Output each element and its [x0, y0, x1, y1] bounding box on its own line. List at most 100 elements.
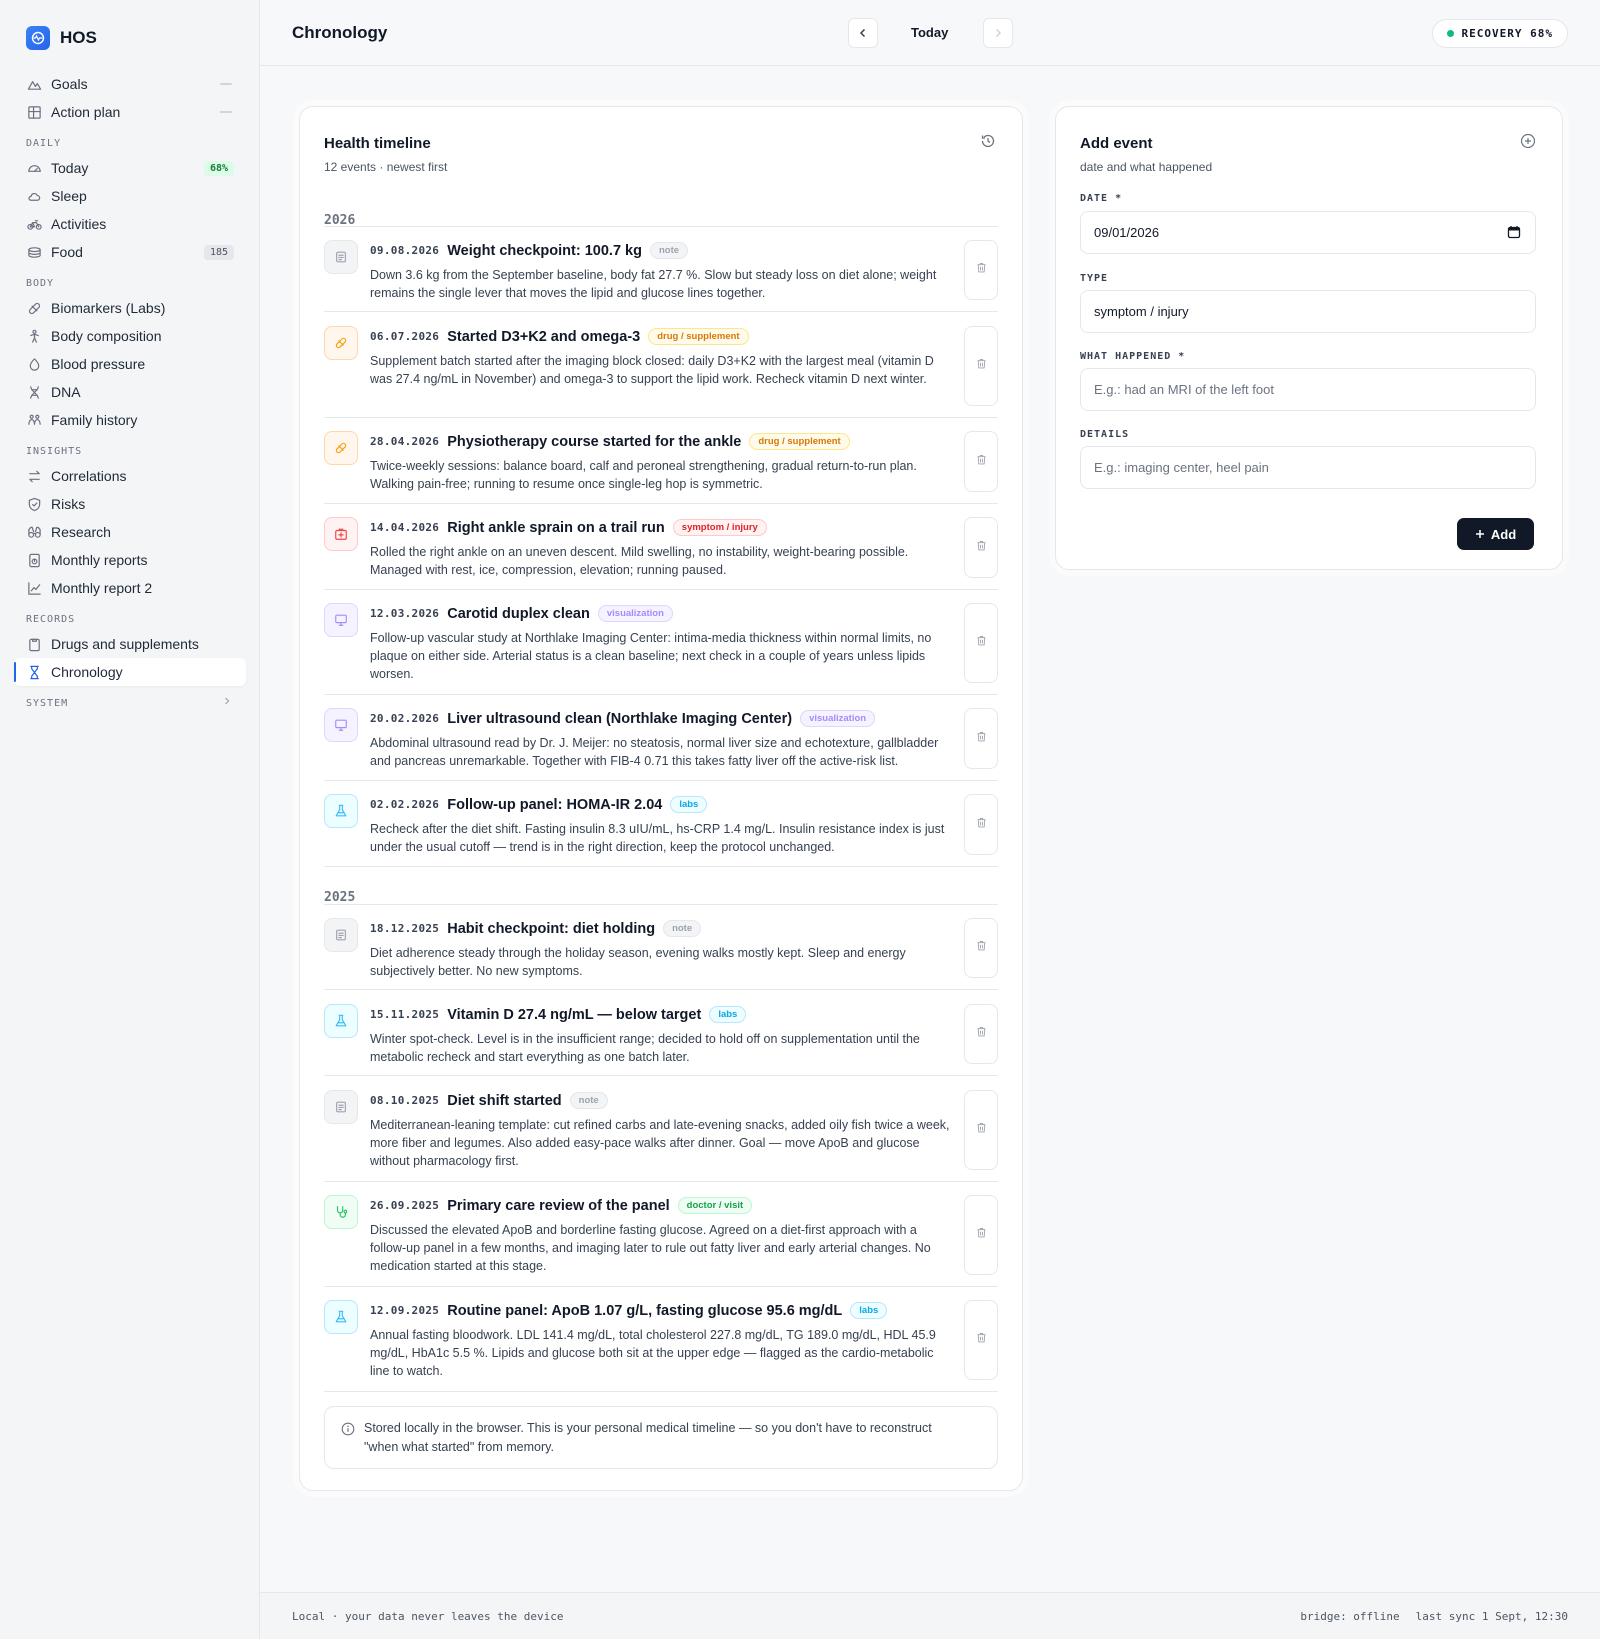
event-description: Twice-weekly sessions: balance board, ca…: [370, 459, 917, 491]
footer: Local · your data never leaves the devic…: [260, 1592, 1600, 1639]
delete-event-button[interactable]: [964, 1090, 998, 1170]
details-label: DETAILS: [1080, 429, 1130, 440]
sidebar-item-chronology[interactable]: Chronology: [14, 658, 246, 686]
event-title: Follow-up panel: HOMA-IR 2.04: [447, 796, 663, 813]
sidebar-item-badge: 185: [203, 244, 234, 260]
delete-event-button[interactable]: [964, 1004, 998, 1064]
plus-circle-icon[interactable]: [1520, 133, 1536, 154]
sidebar-item-dna[interactable]: DNA: [14, 378, 246, 406]
event-date: 18.12.2025: [370, 922, 440, 935]
drop-icon: [26, 356, 42, 372]
sidebar-item-family-history[interactable]: Family history: [14, 406, 246, 434]
event-type-tag: note: [569, 1092, 608, 1109]
date-input[interactable]: 09/01/2026: [1080, 211, 1536, 254]
health-timeline-card: Health timeline 12 events · newest first…: [299, 106, 1023, 1491]
event-title: Habit checkpoint: diet holding: [447, 920, 656, 937]
sidebar-item-sleep[interactable]: Sleep: [14, 182, 246, 210]
sidebar-item-today[interactable]: Today 68%: [14, 154, 246, 182]
what-happened-label: WHAT HAPPENED *: [1080, 351, 1186, 362]
delete-event-button[interactable]: [964, 240, 998, 300]
sidebar-item-drugs-and-supplements[interactable]: Drugs and supplements: [14, 630, 246, 658]
details-input[interactable]: [1080, 446, 1536, 489]
event-description: Follow-up vascular study at Northlake Im…: [370, 631, 932, 681]
delete-event-button[interactable]: [964, 326, 998, 406]
delete-event-button[interactable]: [964, 603, 998, 683]
note-icon: [324, 1090, 358, 1124]
sidebar-item-blood-pressure[interactable]: Blood pressure: [14, 350, 246, 378]
sidebar-item-label: Body composition: [51, 328, 162, 344]
sidebar-item-label: Chronology: [51, 664, 123, 680]
collapse-dash-icon[interactable]: [220, 111, 232, 113]
type-select[interactable]: symptom / injury: [1080, 290, 1536, 333]
delete-event-button[interactable]: [964, 1300, 998, 1380]
add-event-subtitle: date and what happened: [1080, 160, 1213, 174]
sidebar-item-monthly-report-2[interactable]: Monthly report 2: [14, 574, 246, 602]
collapse-dash-icon[interactable]: [220, 83, 232, 85]
recovery-badge[interactable]: RECOVERY 68%: [1431, 19, 1568, 48]
sidebar-item-label: Sleep: [51, 188, 87, 204]
sidebar-item-research[interactable]: Research: [14, 518, 246, 546]
chevron-left-icon: [859, 28, 866, 38]
what-happened-input[interactable]: [1080, 368, 1536, 411]
year-heading: 2025: [324, 890, 356, 905]
delete-event-button[interactable]: [964, 517, 998, 578]
next-day-button[interactable]: [983, 18, 1013, 48]
sidebar-item-biomarkers-labs[interactable]: Biomarkers (Labs): [14, 294, 246, 322]
sidebar-item-badge: 68%: [203, 160, 234, 176]
event-type-tag: labs: [850, 1302, 888, 1319]
event-title: Right ankle sprain on a trail run: [447, 519, 665, 536]
event-type-tag: drug / supplement: [648, 328, 749, 345]
delete-event-button[interactable]: [964, 1195, 998, 1275]
timeline-subtitle: 12 events · newest first: [324, 160, 448, 174]
delete-event-button[interactable]: [964, 918, 998, 978]
sidebar-item-goals[interactable]: Goals: [14, 70, 246, 98]
event-date: 09.08.2026: [370, 244, 440, 257]
event-title: Carotid duplex clean: [447, 605, 590, 622]
gauge-icon: [26, 160, 42, 176]
event-type-tag: labs: [709, 1006, 747, 1023]
notice-text: Stored locally in the browser. This is y…: [364, 1421, 932, 1454]
event-description: Winter spot-check. Level is in the insuf…: [370, 1032, 920, 1064]
event-description: Down 3.6 kg from the September baseline,…: [370, 268, 937, 300]
delete-event-button[interactable]: [964, 708, 998, 769]
brand[interactable]: HOS: [26, 26, 97, 50]
bike-icon: [26, 216, 42, 232]
sidebar-group-label: BODY: [26, 278, 55, 289]
trash-icon: [975, 634, 988, 652]
event-type-tag: visualization: [800, 710, 876, 727]
chevron-right-icon: [222, 696, 232, 709]
sidebar-item-correlations[interactable]: Correlations: [14, 462, 246, 490]
sidebar-item-risks[interactable]: Risks: [14, 490, 246, 518]
plus-icon: [1475, 530, 1484, 538]
type-value: symptom / injury: [1094, 304, 1189, 319]
prev-day-button[interactable]: [848, 18, 878, 48]
trash-icon: [975, 1025, 988, 1043]
calendar-icon[interactable]: [1507, 225, 1521, 239]
bowl-icon: [26, 244, 42, 260]
current-day-label[interactable]: Today: [911, 25, 948, 40]
mountain-icon: [26, 76, 42, 92]
hos-logo-icon: [26, 26, 50, 50]
timeline-event: 15.11.2025 Vitamin D 27.4 ng/mL — below …: [324, 992, 998, 1076]
sidebar-system-toggle[interactable]: SYSTEM: [14, 686, 246, 714]
sidebar-item-activities[interactable]: Activities: [14, 210, 246, 238]
pill-icon: [324, 326, 358, 360]
sidebar: HOS Goals Action plan DAILY Today 68% Slee…: [0, 0, 260, 1639]
report-icon: [26, 552, 42, 568]
event-title: Started D3+K2 and omega-3: [447, 328, 641, 345]
sidebar-item-body-composition[interactable]: Body composition: [14, 322, 246, 350]
trash-icon: [975, 939, 988, 957]
person-icon: [26, 328, 42, 344]
delete-event-button[interactable]: [964, 431, 998, 492]
event-type-tag: symptom / injury: [672, 519, 767, 536]
event-date: 15.11.2025: [370, 1008, 440, 1021]
local-storage-notice: Stored locally in the browser. This is y…: [324, 1406, 998, 1469]
sidebar-item-label: Goals: [51, 76, 88, 92]
add-event-button[interactable]: Add: [1457, 518, 1534, 550]
sidebar-item-monthly-reports[interactable]: Monthly reports: [14, 546, 246, 574]
delete-event-button[interactable]: [964, 794, 998, 855]
event-date: 08.10.2025: [370, 1094, 440, 1107]
sidebar-item-action-plan[interactable]: Action plan: [14, 98, 246, 126]
history-icon[interactable]: [980, 133, 996, 154]
sidebar-item-food[interactable]: Food 185: [14, 238, 246, 266]
